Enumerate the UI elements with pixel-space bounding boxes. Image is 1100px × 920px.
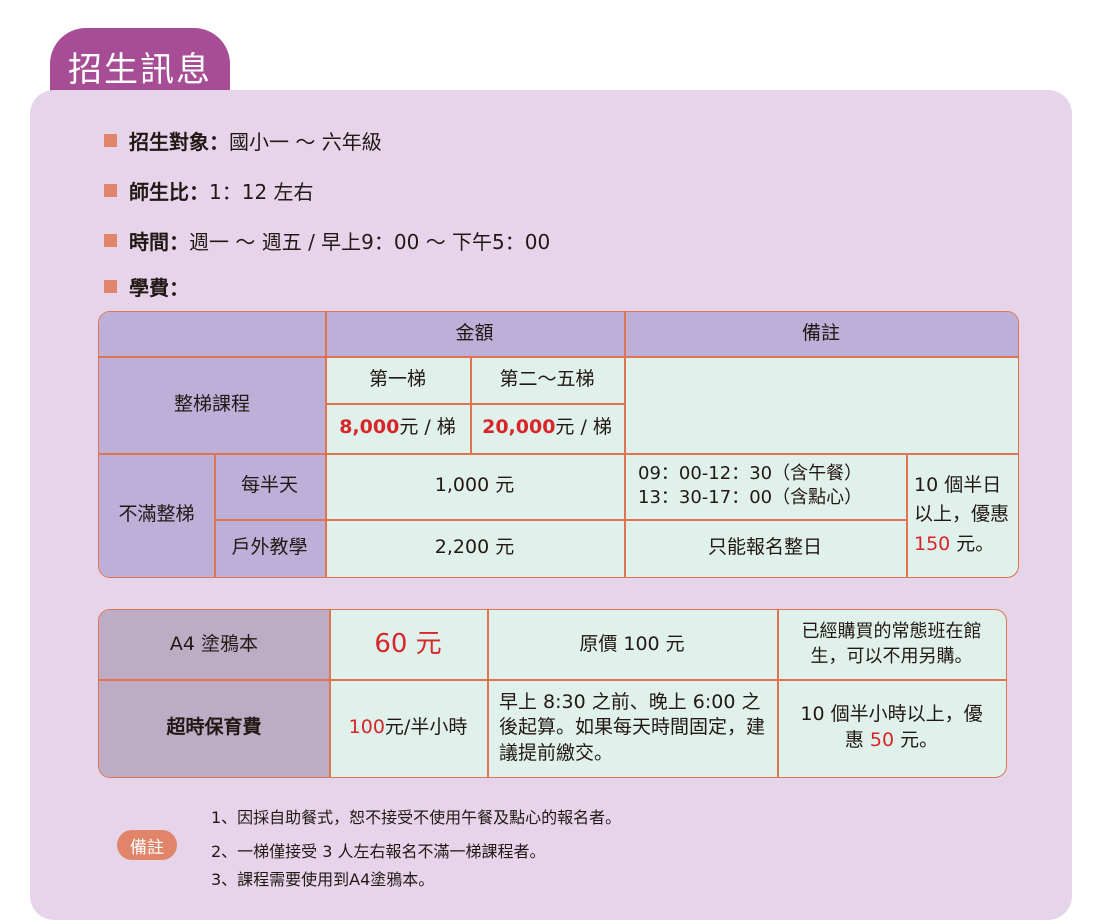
overtime-desc-cell: 早上 8:30 之前、晚上 6:00 之後起算。如果每天時間固定，建議提前繳交。 (487, 679, 777, 777)
info-fee: 學費： (104, 272, 189, 301)
note-line-2: 2、一梯僅接受 3 人左右報名不滿一梯課程者。 (211, 842, 546, 861)
half-day-price: 1,000 元 (434, 474, 515, 497)
a4-price-cell: 60 元 (329, 610, 487, 679)
extra-fee-table: A4 塗鴉本 超時保育費 60 元 原價 100 元 已經購買的常態班在館生，可… (98, 609, 1007, 778)
tuition-table: 整梯課程 不滿整梯 每半天 戶外教學 金額 備註 第一梯 第二～五梯 8,000… (98, 311, 1019, 578)
header-amount-cell: 金額 (325, 312, 624, 356)
info-value: 週一 ～ 週五 / 早上9：00 ～ 下午5：00 (189, 230, 551, 254)
divider (325, 312, 327, 577)
tier2-label: 第二～五梯 (499, 367, 595, 390)
tier1-price: 8,000 (339, 416, 400, 439)
tier2-price: 20,000 (482, 416, 556, 439)
outdoor-note-cell: 只能報名整日 (624, 519, 906, 577)
divider (624, 312, 626, 577)
tier2-cell: 第二～五梯 (470, 356, 624, 403)
header-note: 備註 (801, 322, 840, 345)
info-value: 1：12 左右 (209, 180, 314, 204)
discount-cell: 10 個半日以上，優惠 150 元。 (906, 453, 1018, 577)
notes-badge: 備註 (117, 830, 177, 860)
info-target: 招生對象： 國小一 ～ 六年級 (104, 126, 382, 155)
divider (777, 610, 779, 777)
outdoor-price: 2,200 元 (434, 536, 515, 559)
divider (99, 356, 1018, 358)
overtime-label: 超時保育費 (166, 716, 262, 739)
overtime-note-post: 元。 (894, 729, 939, 751)
overtime-note-amount: 50 (869, 729, 895, 751)
divider (906, 453, 908, 577)
a4-note-cell: 已經購買的常態班在館生，可以不用另購。 (777, 610, 1006, 679)
square-bullet-icon (104, 234, 117, 247)
divider (99, 679, 1006, 681)
full-course-label: 整梯課程 (173, 392, 250, 415)
tier1-cell: 第一梯 (325, 356, 470, 403)
a4-original-cell: 原價 100 元 (487, 610, 777, 679)
partial-label-cell: 不滿整梯 (99, 453, 214, 577)
outdoor-label: 戶外教學 (231, 536, 308, 559)
page-title: 招生訊息 (68, 50, 212, 90)
info-label: 學費： (129, 276, 189, 300)
tier2-price-unit: 元 / 梯 (555, 416, 612, 439)
divider (325, 403, 624, 405)
partial-label: 不滿整梯 (118, 503, 195, 526)
note-line-1: 1、因採自助餐式，恕不接受不使用午餐及點心的報名者。 (211, 808, 622, 827)
half-day-time-cell: 09：00-12：30（含午餐） 13：30-17：00（含點心） (624, 453, 906, 519)
info-label: 時間： (129, 230, 189, 254)
info-time: 時間： 週一 ～ 週五 / 早上9：00 ～ 下午5：00 (104, 226, 550, 255)
divider (487, 610, 489, 777)
overtime-desc: 早上 8:30 之前、晚上 6:00 之後起算。如果每天時間固定，建議提前繳交。 (499, 690, 766, 764)
half-day-time-afternoon: 13：30-17：00（含點心） (638, 487, 863, 508)
discount-post: 元。 (950, 532, 995, 555)
overtime-price-unit: 元/半小時 (384, 716, 468, 739)
half-day-label: 每半天 (240, 474, 298, 497)
overtime-note: 10 個半小時以上，優惠 50 元。 (795, 702, 988, 753)
overtime-label-cell: 超時保育費 (99, 679, 329, 777)
note-line-3: 3、課程需要使用到A4塗鴉本。 (211, 870, 435, 889)
discount-text: 10 個半日以上，優惠 150 元。 (914, 471, 1010, 559)
square-bullet-icon (104, 280, 117, 293)
outdoor-note: 只能報名整日 (707, 536, 822, 559)
a4-original-price: 原價 100 元 (579, 632, 685, 655)
divider (470, 356, 472, 453)
full-course-label-cell: 整梯課程 (99, 356, 325, 453)
half-day-price-cell: 1,000 元 (325, 453, 624, 519)
divider (329, 610, 331, 777)
a4-note: 已經購買的常態班在館生，可以不用另購。 (801, 621, 982, 667)
outdoor-label-cell: 戶外教學 (214, 519, 325, 577)
overtime-price: 100 (348, 716, 385, 739)
info-value: 國小一 ～ 六年級 (229, 130, 382, 154)
tier2-price-cell: 20,000 元 / 梯 (470, 403, 624, 453)
half-day-label-cell: 每半天 (214, 453, 325, 519)
header-amount: 金額 (455, 322, 494, 345)
divider (214, 453, 216, 577)
info-label: 師生比： (129, 180, 209, 204)
overtime-note-cell: 10 個半小時以上，優惠 50 元。 (777, 679, 1006, 777)
info-label: 招生對象： (129, 130, 229, 154)
a4-price: 60 元 (374, 628, 442, 659)
tier1-price-unit: 元 / 梯 (399, 416, 456, 439)
divider (214, 519, 906, 521)
discount-pre: 10 個半日以上，優惠 (914, 473, 1010, 526)
a4-label-cell: A4 塗鴉本 (99, 610, 329, 679)
discount-amount: 150 (914, 532, 951, 555)
square-bullet-icon (104, 134, 117, 147)
half-day-time-morning: 09：00-12：30（含午餐） (638, 462, 863, 484)
square-bullet-icon (104, 184, 117, 197)
outdoor-price-cell: 2,200 元 (325, 519, 624, 577)
tier1-label: 第一梯 (368, 367, 426, 390)
overtime-price-cell: 100 元/半小時 (329, 679, 487, 777)
divider (99, 453, 1018, 455)
tier1-price-cell: 8,000 元 / 梯 (325, 403, 470, 453)
a4-label: A4 塗鴉本 (169, 632, 259, 655)
header-note-cell: 備註 (624, 312, 1018, 356)
info-ratio: 師生比： 1：12 左右 (104, 176, 314, 205)
